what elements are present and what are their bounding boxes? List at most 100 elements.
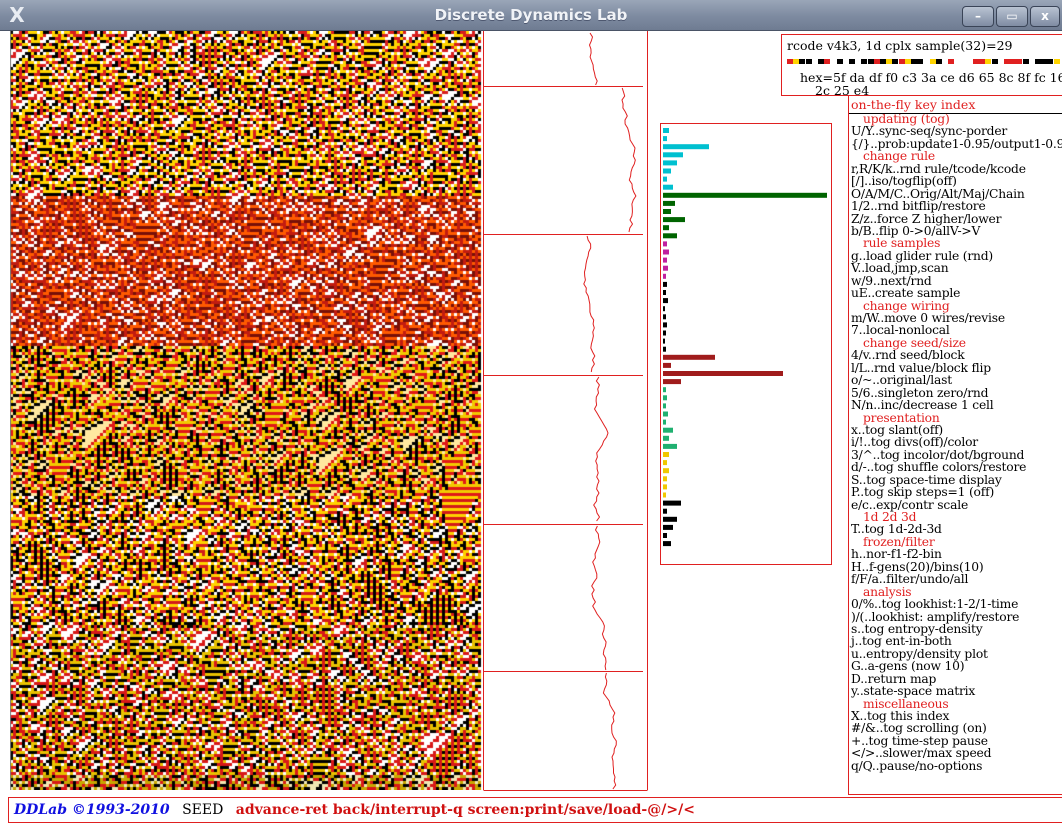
title-bar[interactable]: X Discrete Dynamics Lab – ▭ x <box>0 0 1062 31</box>
histogram-bar <box>663 152 683 158</box>
rcode-bit <box>849 59 855 64</box>
histogram-bar <box>663 128 669 133</box>
rcode-bit <box>873 59 880 64</box>
minimize-button[interactable]: – <box>962 6 994 27</box>
histogram-bar <box>663 330 666 336</box>
histogram-bar <box>663 322 667 328</box>
rcode-bit <box>979 59 986 64</box>
key-index-item: j..tog ent-in-both <box>851 634 952 649</box>
histogram-bar <box>663 290 666 295</box>
rcode-title: rcode v4k3, 1d cplx sample(32)=29 <box>787 38 1013 53</box>
histogram-bar <box>663 524 673 530</box>
rcode-bit <box>917 59 924 64</box>
key-index-list: updating (tog) U/Y..sync-seq/sync-porder{… <box>849 113 1062 773</box>
rcode-bit <box>793 59 800 64</box>
rcode-bit <box>805 59 812 64</box>
rcode-bit <box>892 59 899 64</box>
entropy-plot-panel <box>483 31 648 791</box>
rcode-bit <box>818 59 824 64</box>
key-index-item: 7..local-nonlocal <box>851 323 950 338</box>
histogram-bar <box>663 176 667 182</box>
rcode-panel: rcode v4k3, 1d cplx sample(32)=29 hex=5f… <box>781 34 1062 98</box>
histogram-bar <box>663 184 673 190</box>
key-index-item: P..tog skip steps=1 (off) <box>851 485 995 500</box>
histogram-bar <box>663 233 677 239</box>
entropy-curve <box>602 672 617 790</box>
rcode-bit <box>1010 59 1017 64</box>
histogram-bar <box>663 338 665 344</box>
key-index-item: 1/2..rnd bitflip/restore <box>851 199 986 214</box>
histogram-bar <box>663 200 675 206</box>
key-index-item: T..tog 1d-2d-3d <box>851 522 942 537</box>
status-bar: DDLab ©1993-2010 SEED advance-ret back/i… <box>8 797 1062 823</box>
key-index-item: i/!..tog divs(off)/color <box>851 435 978 450</box>
histogram-bar <box>663 362 671 368</box>
rcode-bit <box>1035 59 1041 64</box>
histogram-bar <box>663 435 669 441</box>
key-index-item: o/~..original/last <box>851 373 952 388</box>
entropy-plot-frames <box>483 31 648 791</box>
rcode-bit <box>1047 59 1054 64</box>
lookup-histogram <box>663 128 827 547</box>
rcode-bit <box>861 59 868 64</box>
rcode-bit <box>886 59 893 64</box>
window-title: Discrete Dynamics Lab <box>434 6 628 24</box>
key-index-item: h..nor-f1-f2-bin <box>851 547 942 562</box>
histogram-bar <box>663 387 666 393</box>
rcode-bit <box>880 59 886 64</box>
rcode-bit <box>942 59 948 64</box>
rcode-bit <box>904 59 911 64</box>
close-button[interactable]: x <box>1030 6 1060 27</box>
rcode-bit-strip <box>787 59 1060 64</box>
space-time-pattern <box>10 31 483 790</box>
histogram-bar <box>663 533 667 538</box>
rcode-bit <box>1004 59 1010 64</box>
histogram-bar <box>663 371 783 376</box>
entropy-curve <box>621 87 637 233</box>
key-index-item: U/Y..sync-seq/sync-porder <box>851 124 1008 139</box>
histogram-bar <box>663 217 685 223</box>
histogram-bar <box>663 136 667 142</box>
histogram-bar <box>663 265 668 271</box>
histogram-bar <box>663 273 666 279</box>
histogram-bar <box>663 427 673 433</box>
histogram-bar <box>663 249 669 255</box>
rcode-bit <box>799 59 806 64</box>
histogram-bar <box>663 257 667 263</box>
histogram-bar <box>663 419 666 425</box>
rcode-bit <box>787 59 793 64</box>
key-index-item: G..a-gens (now 10) <box>851 659 965 674</box>
ddlab-client-area: rcode v4k3, 1d cplx sample(32)=29 hex=5f… <box>0 31 1062 825</box>
rcode-bit <box>973 59 979 64</box>
histogram-bar <box>663 225 669 231</box>
rcode-bit <box>1022 59 1029 64</box>
key-index-item: N/n..inc/decrease 1 cell <box>851 398 994 413</box>
rcode-bit <box>811 59 818 64</box>
maximize-button[interactable]: ▭ <box>996 6 1028 27</box>
histogram-bar <box>663 500 681 506</box>
rcode-bit <box>997 59 1004 64</box>
key-index-item: V..load,jmp,scan <box>851 261 949 276</box>
rcode-bit <box>1016 59 1023 64</box>
histogram-bar <box>663 306 665 312</box>
histogram-bar <box>663 508 667 514</box>
key-index-item: uE..create sample <box>851 286 961 301</box>
rcode-bit <box>923 59 930 64</box>
histogram-bar <box>663 346 666 352</box>
rcode-bit <box>855 59 862 64</box>
rcode-bit <box>867 59 874 64</box>
rcode-bit <box>929 59 936 64</box>
key-index-item: </>..slower/max speed <box>851 746 992 761</box>
rcode-bit <box>985 59 992 64</box>
lookup-histogram-frame <box>660 123 832 565</box>
histogram-bar <box>663 395 667 401</box>
rcode-bit <box>842 59 849 64</box>
histogram-bar <box>663 209 671 214</box>
histogram-bar <box>663 160 677 166</box>
key-section-heading: change rule <box>863 149 935 164</box>
status-mode: SEED <box>182 802 224 818</box>
key-index-item: y..state-space matrix <box>851 684 976 699</box>
rcode-bit <box>1053 59 1060 64</box>
histogram-bar <box>663 411 668 417</box>
entropy-curve <box>591 525 607 671</box>
